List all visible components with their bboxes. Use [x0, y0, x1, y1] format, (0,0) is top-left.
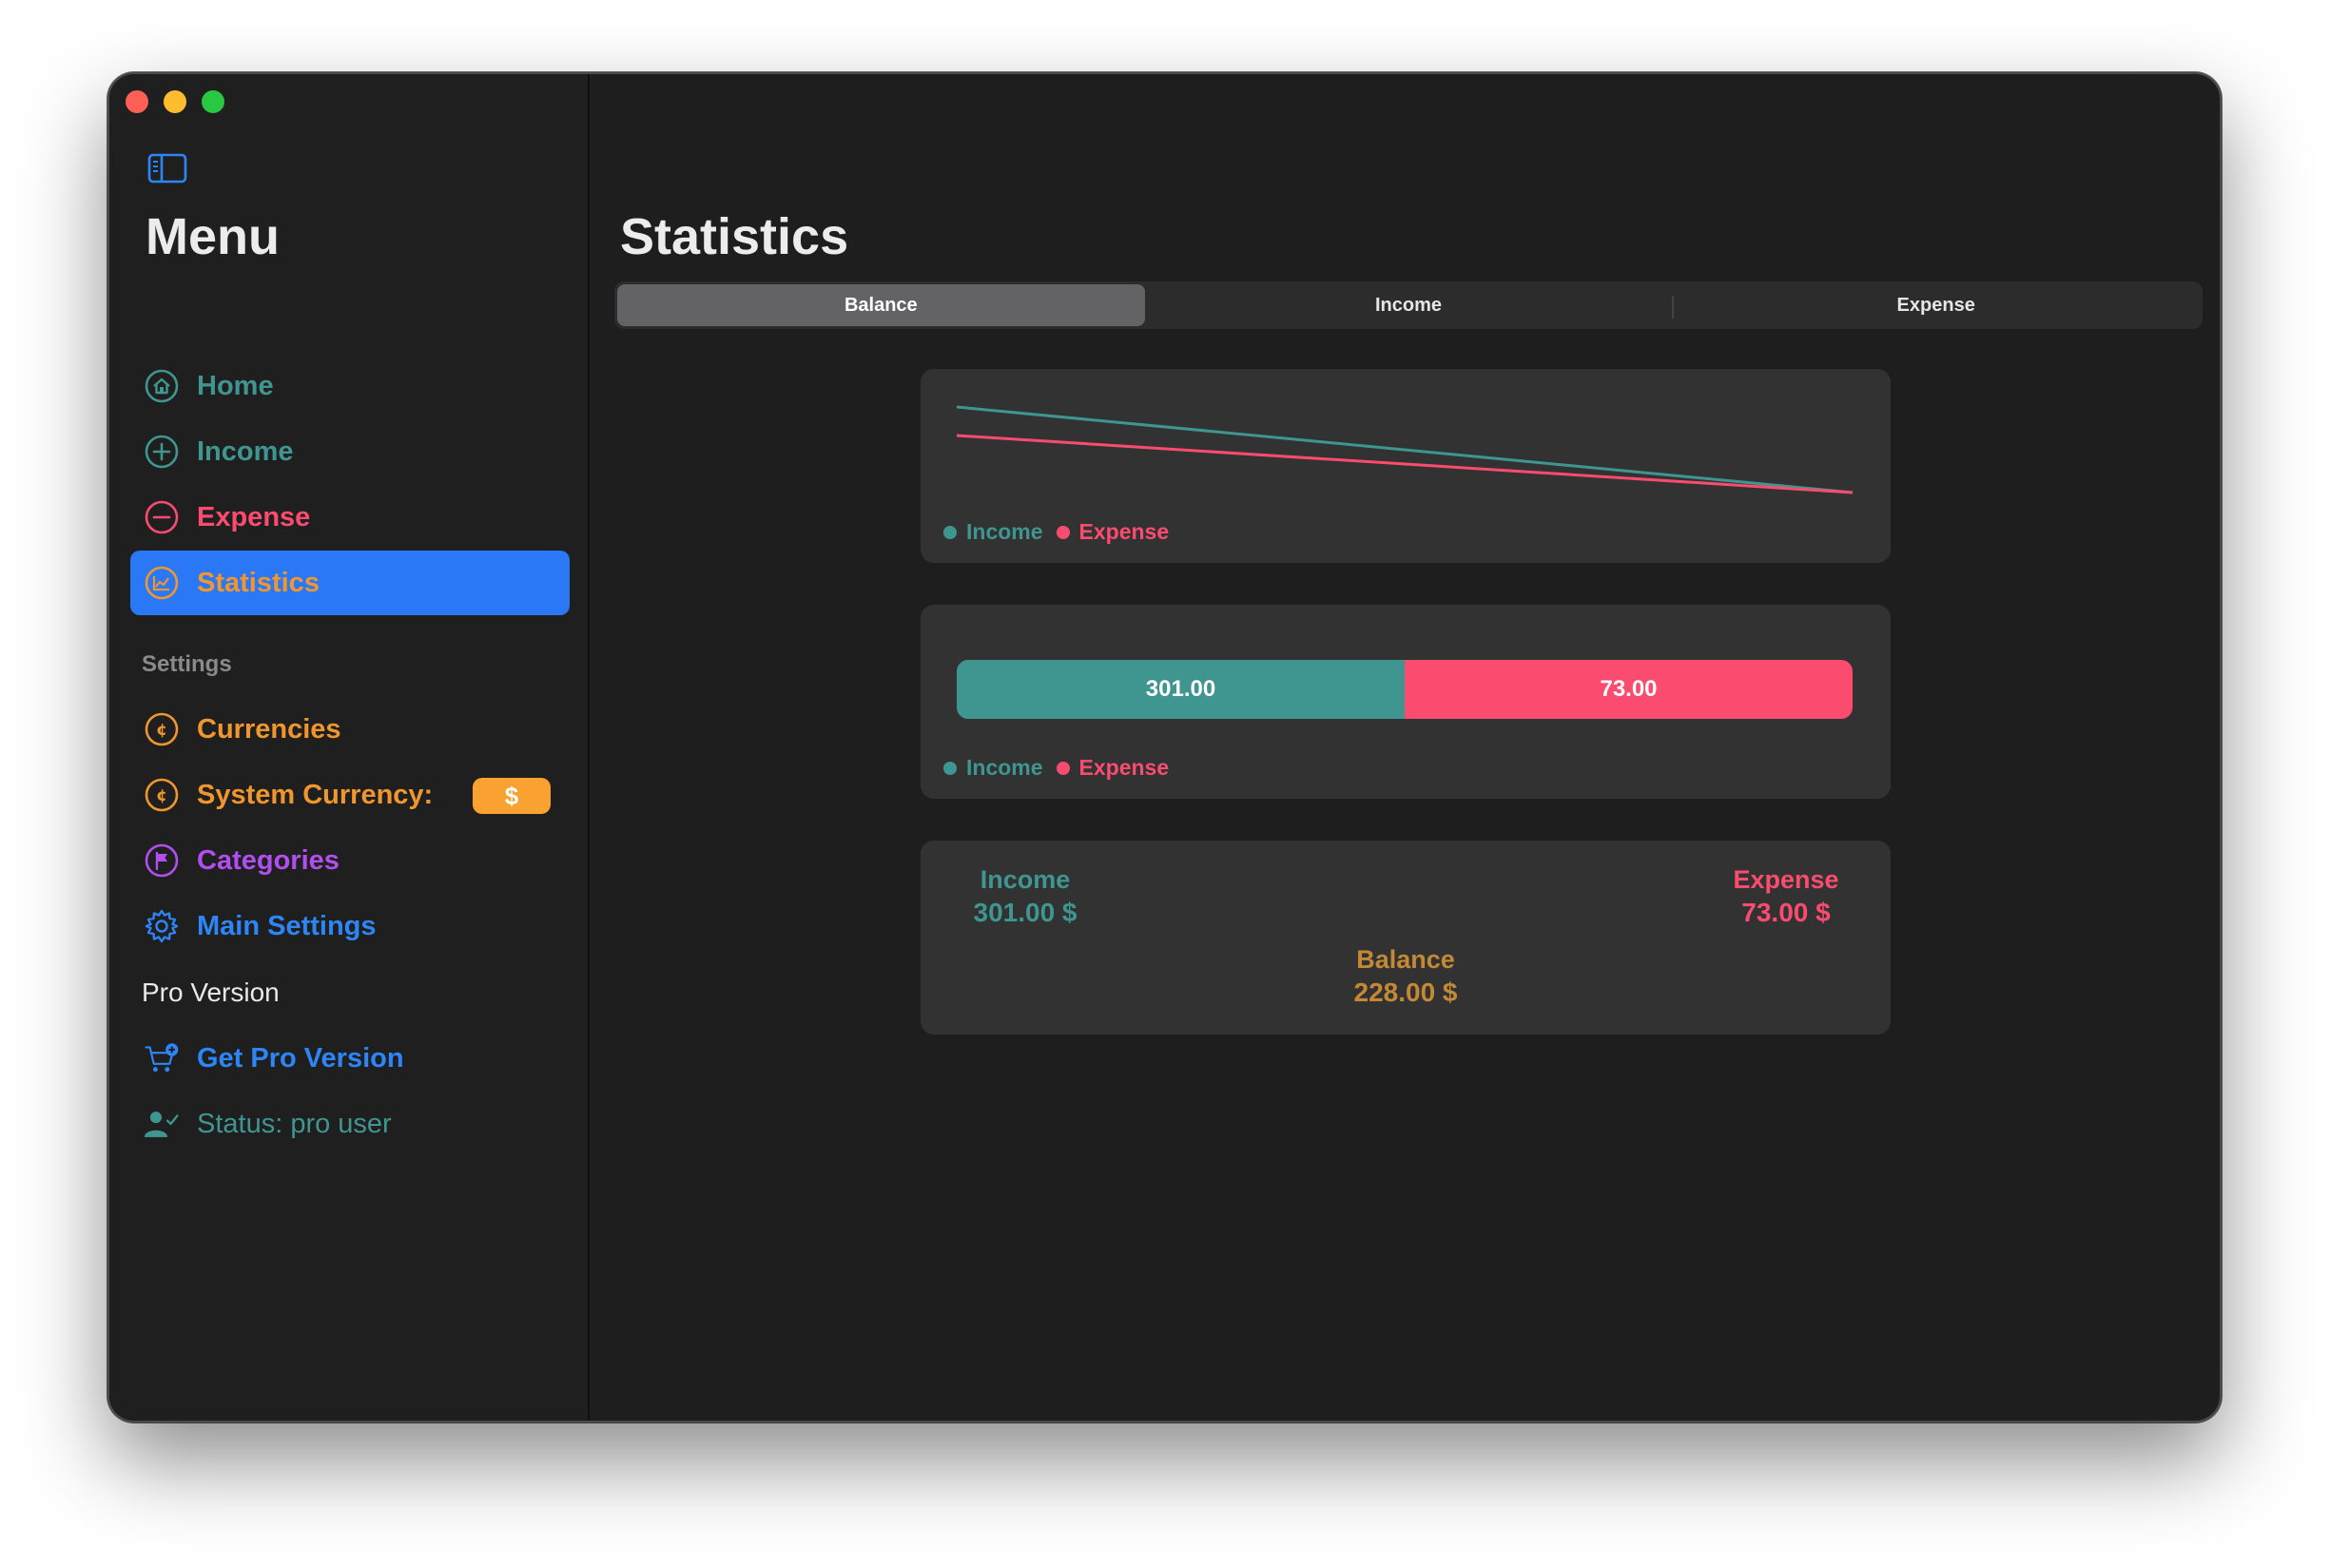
sidebar-item-home[interactable]: Home	[130, 354, 570, 418]
line-series-income	[956, 405, 1854, 494]
tab-income[interactable]: Income	[1145, 284, 1673, 326]
app-window: Menu Home Income Expense Statistics Sett…	[107, 72, 2222, 1423]
sidebar-item-label: Statistics	[197, 567, 320, 598]
cart-plus-icon	[144, 1040, 180, 1076]
sidebar-item-label: Categories	[197, 844, 340, 876]
bar-income: 301.00	[957, 660, 1405, 719]
page-title: Statistics	[620, 208, 849, 265]
sidebar-item-label: Status: pro user	[197, 1108, 392, 1139]
sidebar-item-get-pro[interactable]: Get Pro Version	[130, 1026, 570, 1091]
sidebar-item-label: System Currency:	[197, 779, 434, 810]
sidebar-item-status: Status: pro user	[130, 1092, 570, 1156]
currency-badge[interactable]: $	[473, 778, 551, 814]
bar-chart-legend: Income Expense	[943, 755, 1169, 781]
close-window-button[interactable]	[126, 90, 148, 113]
sidebar-item-label: Income	[197, 436, 294, 467]
bar-chart-card: 301.00 73.00 Income Expense	[921, 605, 1891, 799]
sidebar-item-label: Get Pro Version	[197, 1042, 404, 1074]
income-summary-label: Income	[980, 865, 1071, 894]
settings-section-label: Settings	[142, 651, 232, 677]
legend-dot-expense	[1056, 761, 1070, 775]
window-controls	[126, 90, 224, 113]
house-circle-icon	[144, 368, 180, 404]
sidebar-item-label: Currencies	[197, 713, 341, 745]
flag-circle-icon	[144, 842, 180, 879]
sidebar-item-main-settings[interactable]: Main Settings	[130, 894, 570, 958]
legend-label: Income	[966, 755, 1043, 780]
expense-summary-value: 73.00 $	[1741, 898, 1831, 927]
legend-label: Income	[966, 519, 1043, 544]
sidebar-title: Menu	[146, 208, 280, 265]
bar-expense: 73.00	[1405, 660, 1853, 719]
balance-summary-value: 228.00 $	[1353, 978, 1458, 1007]
sidebar-item-label: Home	[197, 370, 274, 401]
line-series-expense	[956, 434, 1854, 494]
cent-circle-icon: ¢	[144, 777, 180, 813]
sidebar: Menu Home Income Expense Statistics Sett…	[109, 74, 590, 1421]
legend-dot-income	[943, 525, 957, 539]
legend-expense: Expense	[1056, 755, 1170, 781]
segmented-control: Balance Income Expense	[614, 281, 2203, 329]
sidebar-item-label: Expense	[197, 501, 311, 532]
legend-label: Expense	[1078, 755, 1170, 780]
sidebar-item-label: Main Settings	[197, 910, 377, 941]
minimize-window-button[interactable]	[164, 90, 186, 113]
plus-circle-icon	[144, 434, 180, 470]
line-chart	[956, 405, 1854, 494]
legend-income: Income	[943, 519, 1043, 545]
summary-card: Income 301.00 $ Expense 73.00 $ Balance …	[921, 841, 1891, 1035]
legend-label: Expense	[1078, 519, 1170, 544]
legend-dot-expense	[1056, 525, 1070, 539]
svg-text:¢: ¢	[156, 786, 167, 805]
sidebar-item-income[interactable]: Income	[130, 419, 570, 484]
sidebar-item-expense[interactable]: Expense	[130, 485, 570, 550]
sidebar-item-categories[interactable]: Categories	[130, 828, 570, 893]
person-check-icon	[144, 1106, 180, 1142]
legend-income: Income	[943, 755, 1043, 781]
sidebar-toggle-icon[interactable]	[147, 152, 187, 184]
tab-balance[interactable]: Balance	[617, 284, 1145, 326]
main-content: Statistics Balance Income Expense Income…	[592, 74, 2220, 1421]
minus-circle-icon	[144, 499, 180, 535]
balance-summary-label: Balance	[1356, 945, 1455, 974]
legend-dot-income	[943, 761, 957, 775]
tab-expense-label: Expense	[1896, 294, 1975, 316]
expense-summary-label: Expense	[1733, 865, 1839, 894]
stacked-bar: 301.00 73.00	[957, 660, 1853, 719]
sidebar-item-statistics[interactable]: Statistics	[130, 551, 570, 615]
sidebar-item-system-currency[interactable]: ¢ System Currency: $	[130, 763, 570, 827]
zoom-window-button[interactable]	[202, 90, 224, 113]
income-summary-value: 301.00 $	[973, 898, 1078, 927]
chart-circle-icon	[144, 565, 180, 601]
tab-divider	[1672, 296, 1675, 319]
svg-text:¢: ¢	[156, 721, 167, 740]
line-chart-legend: Income Expense	[943, 519, 1169, 545]
sidebar-item-currencies[interactable]: ¢ Currencies	[130, 697, 570, 762]
cent-circle-icon: ¢	[144, 711, 180, 747]
line-chart-card: Income Expense	[921, 369, 1891, 563]
tab-expense[interactable]: Expense	[1672, 284, 2200, 326]
gear-icon	[144, 908, 180, 944]
pro-version-section-label: Pro Version	[142, 978, 280, 1007]
legend-expense: Expense	[1056, 519, 1170, 545]
